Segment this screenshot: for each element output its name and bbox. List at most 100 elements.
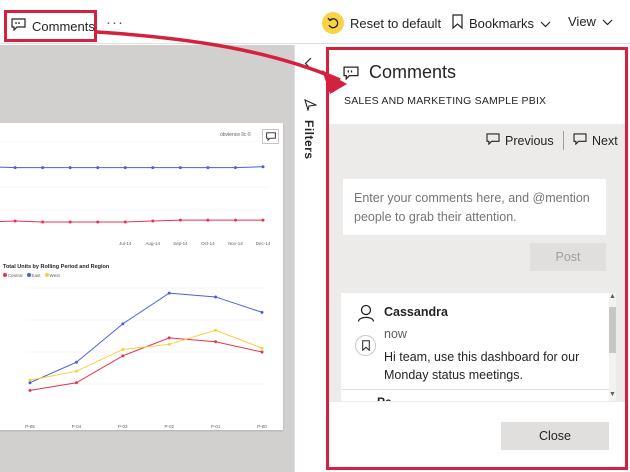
data-point: [261, 218, 265, 222]
x-tick-label: Sep-14: [173, 241, 188, 246]
bookmark-icon: [452, 14, 463, 32]
nav-divider: [563, 131, 564, 150]
data-point: [214, 328, 218, 332]
data-point: [41, 166, 45, 170]
data-point: [206, 218, 210, 222]
post-button[interactable]: Post: [530, 243, 606, 271]
data-point: [214, 340, 218, 344]
data-point: [13, 219, 17, 223]
data-point: [233, 218, 237, 222]
chevron-down-icon: [540, 16, 551, 31]
comment-icon: [343, 66, 359, 85]
data-point: [121, 347, 125, 351]
comment-text: Hi team, use this dashboard for our Mond…: [384, 350, 580, 382]
comment-timestamp: now: [384, 327, 407, 341]
data-point: [121, 354, 125, 358]
reset-to-default-button[interactable]: Reset to default: [322, 12, 441, 34]
comment-icon: [486, 133, 500, 148]
x-tick-label: Nov-14: [228, 241, 243, 246]
comment-icon: [573, 133, 587, 148]
data-point: [74, 381, 78, 385]
monthly-line-chart[interactable]: Jan-14Jul-14Aug-14Sep-14Oct-14Nov-14Dec-…: [0, 141, 283, 261]
go-to-visual-button[interactable]: [355, 335, 376, 356]
report-name: SALES AND MARKETING SAMPLE PBIX: [344, 95, 547, 107]
reset-label: Reset to default: [350, 15, 442, 31]
data-point: [151, 219, 155, 223]
data-point: [214, 295, 218, 299]
x-tick-label: P-02: [164, 424, 174, 429]
next-comment-author: Pa: [377, 395, 392, 401]
data-point: [123, 220, 127, 224]
view-button[interactable]: View: [568, 14, 613, 29]
page-header-text: obvience llc ©: [220, 132, 252, 138]
x-tick-label: P-03: [118, 424, 128, 429]
data-point: [13, 166, 17, 170]
series-line: [29, 337, 263, 391]
series-line: [0, 219, 263, 223]
bookmark-icon: [361, 340, 370, 351]
chevron-down-icon[interactable]: ▼: [609, 391, 616, 398]
comments-pane-footer: Close: [326, 402, 628, 470]
series-line: [29, 292, 263, 384]
person-icon: [357, 304, 375, 327]
filters-pane-collapsed[interactable]: Filters: [294, 45, 325, 472]
x-tick-label: Aug-14: [146, 241, 161, 246]
series-line: [29, 329, 263, 381]
data-point: [206, 166, 210, 170]
x-tick-label: P-00: [257, 424, 267, 429]
series-line: [0, 166, 264, 169]
x-tick-label: Jul-14: [119, 241, 132, 246]
scrollbar-thumb[interactable]: [609, 307, 616, 353]
previous-label: Previous: [505, 133, 554, 148]
data-point: [96, 220, 100, 224]
data-point: [151, 166, 155, 170]
report-canvas: obvience llc © Jan-14Jul-14Aug-14Sep-14O…: [0, 45, 294, 472]
view-label: View: [568, 14, 596, 29]
comment-list: Cassandra now Hi team, use this dashboar…: [341, 293, 609, 401]
data-point: [41, 220, 45, 224]
data-point: [178, 218, 182, 222]
comment-input[interactable]: [343, 179, 606, 235]
previous-button[interactable]: Previous: [486, 133, 554, 148]
data-point: [96, 166, 100, 170]
data-point: [260, 350, 264, 354]
data-point: [260, 310, 264, 314]
data-point: [74, 360, 78, 364]
funnel-icon: [304, 98, 318, 116]
data-point: [261, 165, 265, 169]
data-point: [28, 381, 32, 385]
data-point: [121, 322, 125, 326]
close-button[interactable]: Close: [501, 422, 609, 450]
data-point: [178, 166, 182, 170]
data-point: [74, 369, 78, 373]
data-point: [28, 378, 32, 382]
comment-divider: [341, 389, 609, 390]
bookmarks-button[interactable]: Bookmarks: [452, 14, 551, 32]
bookmarks-label: Bookmarks: [469, 15, 535, 31]
data-point: [68, 220, 72, 224]
x-tick-label: P-05: [25, 424, 35, 429]
chevron-down-icon: [602, 14, 613, 29]
more-options-button[interactable]: ···: [106, 14, 124, 31]
x-tick-label: Oct-14: [201, 241, 215, 246]
comments-button[interactable]: Comments: [4, 10, 97, 42]
data-point: [167, 336, 171, 340]
comment-icon: [11, 18, 26, 34]
comments-pane-title: Comments: [369, 62, 457, 82]
chevron-left-icon[interactable]: [304, 57, 312, 75]
data-point: [233, 166, 237, 170]
data-point: [28, 388, 32, 392]
x-tick-label: P-01: [211, 424, 221, 429]
comment-author: Cassandra: [384, 305, 448, 319]
report-page: obvience llc © Jan-14Jul-14Aug-14Sep-14O…: [0, 123, 283, 430]
data-point: [167, 342, 171, 346]
comments-pane-header: Comments SALES AND MARKETING SAMPLE PBIX: [326, 47, 628, 124]
chevron-up-icon[interactable]: ▲: [609, 293, 616, 300]
next-button[interactable]: Next: [573, 133, 618, 148]
comment-list-scrollbar[interactable]: ▲ ▼: [609, 293, 616, 401]
chart2-title: Total Units by Rolling Period and Region: [3, 264, 110, 270]
undo-icon: [322, 12, 344, 34]
filters-label[interactable]: Filters: [302, 120, 316, 160]
rolling-period-line-chart[interactable]: P-05 P-04 P-03 P-02 P-01 P-00: [0, 278, 283, 430]
comments-button-label: Comments: [32, 18, 95, 34]
